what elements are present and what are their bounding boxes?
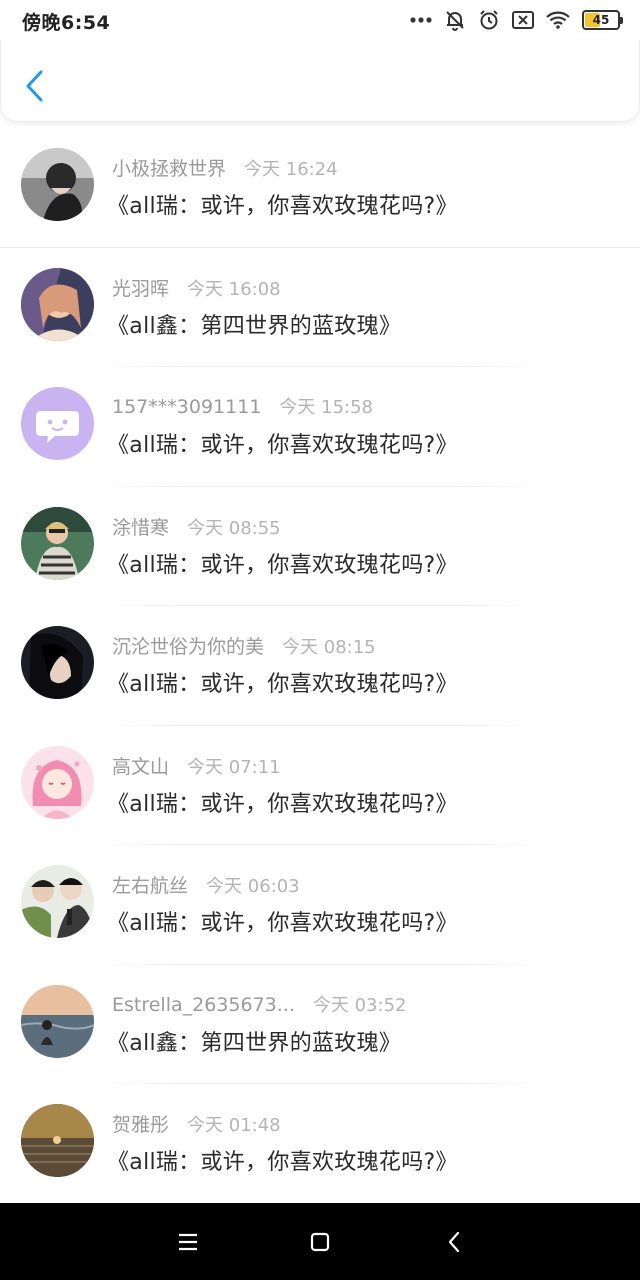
message-time: 今天 07:11 bbox=[187, 756, 281, 778]
sender-line: 涂惜寒 今天 08:55 bbox=[112, 513, 281, 540]
list-item[interactable]: 贺雅彤 今天 01:48 《all瑞：或许，你喜欢玫瑰花吗?》 bbox=[0, 1084, 640, 1204]
home-button[interactable] bbox=[303, 1225, 337, 1259]
list-item[interactable]: 沉沦世俗为你的美 今天 08:15 《all瑞：或许，你喜欢玫瑰花吗?》 bbox=[0, 606, 640, 726]
sender-line: 沉沦世俗为你的美 今天 08:15 bbox=[112, 632, 376, 659]
more-dots-icon bbox=[410, 16, 432, 24]
back-triangle-icon bbox=[448, 1231, 460, 1253]
list-item[interactable]: Estrella_2635673... 今天 03:52 《all鑫：第四世界的蓝… bbox=[0, 965, 640, 1084]
list-item[interactable]: 左右航丝 今天 06:03 《all瑞：或许，你喜欢玫瑰花吗?》 bbox=[0, 845, 640, 965]
status-icons: 45 bbox=[410, 8, 623, 32]
sender-line: 高文山 今天 07:11 bbox=[112, 752, 281, 779]
avatar[interactable] bbox=[21, 1104, 94, 1177]
message-text[interactable]: 《all瑞：或许，你喜欢玫瑰花吗?》 bbox=[107, 786, 458, 818]
message-text[interactable]: 《all瑞：或许，你喜欢玫瑰花吗?》 bbox=[107, 905, 458, 937]
back-button[interactable] bbox=[21, 68, 51, 104]
wifi-icon bbox=[546, 11, 570, 29]
message-text[interactable]: 《all瑞：或许，你喜欢玫瑰花吗?》 bbox=[107, 188, 458, 220]
avatar[interactable] bbox=[21, 626, 94, 699]
menu-icon bbox=[179, 1233, 197, 1251]
sender-name: 左右航丝 bbox=[112, 875, 189, 897]
sender-name: 小极拯救世界 bbox=[112, 158, 227, 180]
sender-name: Estrella_2635673... bbox=[112, 993, 295, 1016]
system-back-button[interactable] bbox=[438, 1225, 472, 1259]
sender-line: 小极拯救世界 今天 16:24 bbox=[112, 154, 338, 181]
list-item[interactable]: 光羽晖 今天 16:08 《all鑫：第四世界的蓝玫瑰》 bbox=[0, 248, 640, 367]
sender-line: 左右航丝 今天 06:03 bbox=[112, 871, 300, 898]
message-text[interactable]: 《all鑫：第四世界的蓝玫瑰》 bbox=[107, 308, 401, 340]
sender-line: 贺雅彤 今天 01:48 bbox=[112, 1110, 281, 1137]
list-item[interactable]: 高文山 今天 07:11 《all瑞：或许，你喜欢玫瑰花吗?》 bbox=[0, 726, 640, 845]
message-time: 今天 08:15 bbox=[282, 637, 376, 658]
mute-bell-icon bbox=[444, 9, 466, 31]
sender-line: 光羽晖 今天 16:08 bbox=[112, 274, 281, 301]
avatar-image bbox=[21, 148, 94, 221]
message-time: 今天 03:52 bbox=[312, 994, 407, 1016]
avatar-image bbox=[21, 626, 94, 699]
sender-name: 高文山 bbox=[112, 755, 170, 778]
sender-name: 涂惜寒 bbox=[112, 516, 170, 539]
sender-name: 157***3091111 bbox=[112, 396, 262, 418]
list-item[interactable]: 157***3091111 今天 15:58 《all瑞：或许，你喜欢玫瑰花吗?》 bbox=[0, 367, 640, 487]
battery-cap bbox=[620, 17, 623, 24]
avatar[interactable] bbox=[21, 984, 94, 1058]
header-bar bbox=[0, 40, 640, 122]
avatar-image bbox=[21, 745, 94, 819]
avatar[interactable] bbox=[21, 745, 94, 819]
sender-name: 沉沦世俗为你的美 bbox=[112, 636, 265, 658]
sender-line: Estrella_2635673... 今天 03:52 bbox=[112, 991, 406, 1017]
avatar[interactable] bbox=[21, 506, 94, 580]
message-time: 今天 08:55 bbox=[187, 517, 281, 539]
avatar[interactable] bbox=[21, 865, 94, 938]
avatar-image bbox=[21, 267, 94, 341]
home-square-icon bbox=[310, 1232, 330, 1252]
avatar[interactable] bbox=[21, 148, 94, 221]
message-time: 今天 16:24 bbox=[244, 159, 338, 180]
message-time: 今天 01:48 bbox=[187, 1115, 281, 1136]
message-time: 今天 15:58 bbox=[279, 397, 373, 418]
message-text[interactable]: 《all瑞：或许，你喜欢玫瑰花吗?》 bbox=[107, 666, 458, 698]
battery-icon: 45 bbox=[582, 10, 623, 30]
avatar-image bbox=[21, 984, 94, 1058]
avatar-image bbox=[21, 506, 94, 580]
message-text[interactable]: 《all瑞：或许，你喜欢玫瑰花吗?》 bbox=[107, 1144, 458, 1176]
list-item[interactable]: 小极拯救世界 今天 16:24 《all瑞：或许，你喜欢玫瑰花吗?》 bbox=[0, 128, 640, 248]
status-time: 傍晚6:54 bbox=[22, 12, 111, 34]
sender-line: 157***3091111 今天 15:58 bbox=[112, 393, 373, 419]
avatar-image bbox=[21, 865, 94, 938]
message-text[interactable]: 《all鑫：第四世界的蓝玫瑰》 bbox=[107, 1025, 401, 1057]
sender-name: 光羽晖 bbox=[112, 277, 170, 300]
alarm-clock-icon bbox=[478, 9, 500, 31]
chevron-left-icon bbox=[26, 70, 43, 102]
avatar-image bbox=[21, 1104, 94, 1177]
message-time: 今天 16:08 bbox=[187, 278, 281, 300]
status-bar: 傍晚6:54 45 bbox=[0, 0, 640, 40]
menu-button[interactable] bbox=[171, 1225, 205, 1259]
sender-name: 贺雅彤 bbox=[112, 1114, 170, 1136]
list-item[interactable]: 涂惜寒 今天 08:55 《all瑞：或许，你喜欢玫瑰花吗?》 bbox=[0, 487, 640, 606]
message-list: 小极拯救世界 今天 16:24 《all瑞：或许，你喜欢玫瑰花吗?》 光羽晖 今天 … bbox=[0, 128, 640, 1204]
avatar-image bbox=[21, 387, 94, 460]
sim-off-icon bbox=[512, 11, 534, 29]
battery-level: 45 bbox=[592, 13, 610, 27]
message-text[interactable]: 《all瑞：或许，你喜欢玫瑰花吗?》 bbox=[107, 427, 458, 459]
message-time: 今天 06:03 bbox=[206, 876, 300, 897]
message-text[interactable]: 《all瑞：或许，你喜欢玫瑰花吗?》 bbox=[107, 547, 458, 579]
avatar[interactable] bbox=[21, 267, 94, 341]
system-navbar bbox=[0, 1203, 640, 1280]
avatar[interactable] bbox=[21, 387, 94, 460]
